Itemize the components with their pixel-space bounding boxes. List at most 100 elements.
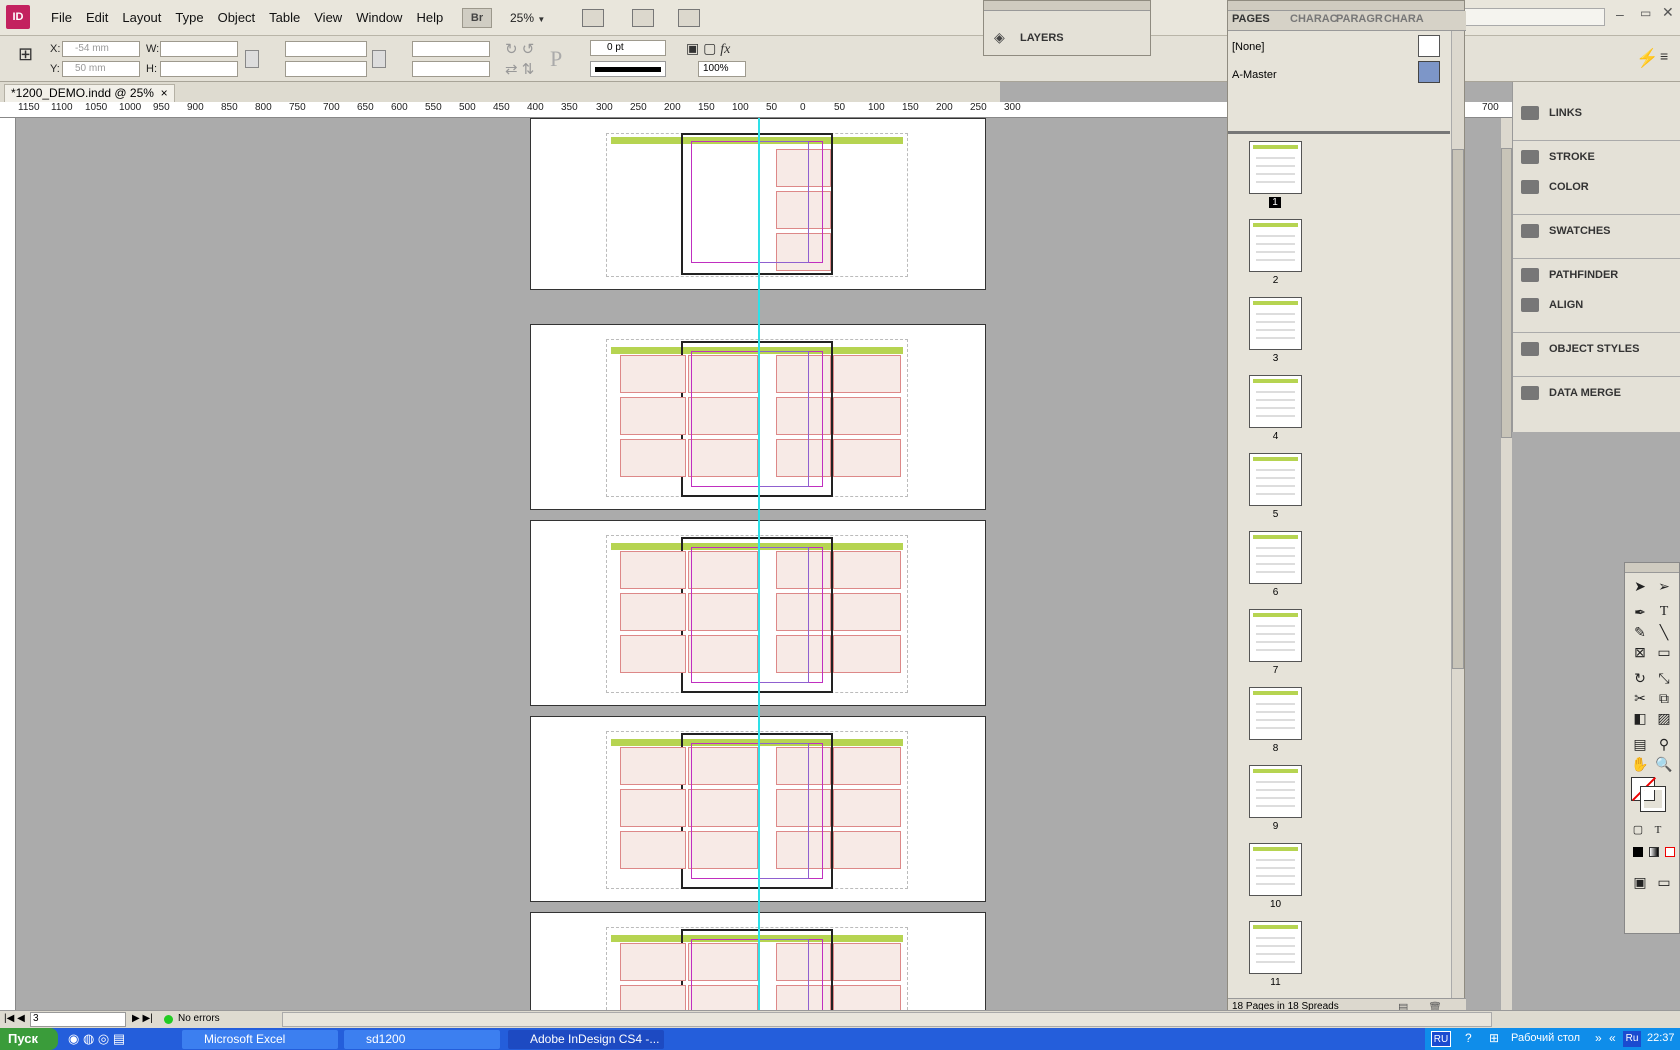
gradient-tool-icon[interactable]: ◧ xyxy=(1631,709,1649,727)
minimize-icon[interactable]: – xyxy=(1616,6,1624,22)
close-tab-icon[interactable]: × xyxy=(161,86,168,100)
stroke-weight-field[interactable]: 0 pt xyxy=(590,40,666,56)
stroke-type-dropdown[interactable] xyxy=(590,61,666,77)
task-indesign[interactable]: Adobe InDesign CS4 -... xyxy=(508,1030,664,1049)
screen-mode-icon[interactable] xyxy=(632,9,654,27)
panel-color[interactable]: COLOR xyxy=(1521,180,1589,194)
reference-point-icon[interactable]: ⊞ xyxy=(18,44,44,70)
apply-color-icon[interactable] xyxy=(1633,847,1643,857)
product-image-frame[interactable] xyxy=(833,439,901,477)
path-icon[interactable]: P xyxy=(550,46,562,72)
panel-align[interactable]: ALIGN xyxy=(1521,298,1583,312)
pages-scrollbar[interactable] xyxy=(1451,31,1464,999)
x-field[interactable]: -54 mm xyxy=(62,41,140,57)
page-thumbnail[interactable] xyxy=(1249,297,1302,350)
product-image-frame[interactable] xyxy=(833,593,901,631)
product-image-frame[interactable] xyxy=(620,747,686,785)
product-image-frame[interactable] xyxy=(833,397,901,435)
menu-object[interactable]: Object xyxy=(211,9,263,27)
menu-layout[interactable]: Layout xyxy=(115,9,168,27)
panel-menu-icon[interactable]: ≡ xyxy=(1660,48,1668,64)
page-thumbnail[interactable] xyxy=(1249,375,1302,428)
preview-mode-icon[interactable]: ▭ xyxy=(1655,873,1673,891)
menu-type[interactable]: Type xyxy=(168,9,210,27)
page-number-field[interactable]: 3 xyxy=(30,1012,126,1027)
page-thumbnail[interactable] xyxy=(1249,687,1302,740)
product-image-frame[interactable] xyxy=(620,789,686,827)
zoom-dropdown[interactable]: 25% ▼ xyxy=(510,9,560,27)
scale-link-icon[interactable] xyxy=(372,50,386,68)
product-image-frame[interactable] xyxy=(833,747,901,785)
panel-stroke[interactable]: STROKE xyxy=(1521,150,1595,164)
type-tool-icon[interactable]: T xyxy=(1655,603,1673,621)
direct-selection-tool-icon[interactable]: ➢ xyxy=(1655,577,1673,595)
stroke-swatch[interactable] xyxy=(1640,786,1666,812)
opacity-field[interactable]: 100% xyxy=(698,61,746,77)
lang-indicator[interactable]: RU xyxy=(1431,1031,1451,1047)
canvas-scrollbar[interactable] xyxy=(1500,118,1512,1010)
start-button[interactable]: Пуск xyxy=(0,1028,58,1050)
maximize-icon[interactable]: ▭ xyxy=(1640,6,1651,20)
horizontal-scrollbar[interactable] xyxy=(282,1012,1492,1027)
zoom-tool-icon[interactable]: 🔍 xyxy=(1655,755,1673,773)
page-thumbnail[interactable] xyxy=(1249,531,1302,584)
master-none[interactable]: [None] xyxy=(1232,41,1264,53)
product-image-frame[interactable] xyxy=(620,593,686,631)
selection-tool-icon[interactable]: ➤ xyxy=(1631,577,1649,595)
rectangle-tool-icon[interactable]: ▭ xyxy=(1655,643,1673,661)
master-none-thumb[interactable] xyxy=(1418,35,1440,57)
width-field[interactable] xyxy=(160,41,238,57)
page-thumbnail[interactable] xyxy=(1249,765,1302,818)
gradient-feather-tool-icon[interactable]: ▨ xyxy=(1655,709,1673,727)
flip-icon[interactable]: ⇄ ⇅ xyxy=(505,60,534,78)
menu-file[interactable]: File xyxy=(44,9,79,27)
menu-table[interactable]: Table xyxy=(262,9,307,27)
panel-data-merge[interactable]: DATA MERGE xyxy=(1521,386,1621,400)
product-image-frame[interactable] xyxy=(620,635,686,673)
product-image-frame[interactable] xyxy=(620,397,686,435)
master-a-thumb[interactable] xyxy=(1418,61,1440,83)
apply-none-icon[interactable] xyxy=(1665,847,1675,857)
page-thumbnail[interactable] xyxy=(1249,609,1302,662)
arrange-documents-icon[interactable] xyxy=(678,9,700,27)
pencil-tool-icon[interactable]: ✎ xyxy=(1631,623,1649,641)
menu-edit[interactable]: Edit xyxy=(79,9,115,27)
menu-help[interactable]: Help xyxy=(409,9,450,27)
product-image-frame[interactable] xyxy=(833,831,901,869)
shear-field[interactable] xyxy=(412,61,490,77)
y-field[interactable]: 50 mm xyxy=(62,61,140,77)
first-page-icon[interactable]: |◀ ◀ xyxy=(4,1013,25,1024)
formatting-text-icon[interactable]: T xyxy=(1649,821,1667,839)
note-tool-icon[interactable]: ▤ xyxy=(1631,735,1649,753)
product-image-frame[interactable] xyxy=(620,943,686,981)
pen-tool-icon[interactable]: ✒ xyxy=(1631,603,1649,621)
hand-tool-icon[interactable]: ✋ xyxy=(1631,755,1649,773)
panel-links[interactable]: LINKS xyxy=(1521,106,1582,120)
tab-paragraph[interactable]: PARAGR xyxy=(1336,13,1383,25)
document-canvas[interactable] xyxy=(16,118,1226,1010)
menu-view[interactable]: View xyxy=(307,9,349,27)
tab-pages[interactable]: PAGES xyxy=(1232,13,1270,25)
view-options-icon[interactable] xyxy=(582,9,604,27)
page-thumbnail[interactable] xyxy=(1249,141,1302,194)
product-image-frame[interactable] xyxy=(833,635,901,673)
product-image-frame[interactable] xyxy=(833,551,901,589)
tab-character[interactable]: CHARAC xyxy=(1290,13,1338,25)
text-frame[interactable] xyxy=(759,547,809,683)
product-image-frame[interactable] xyxy=(833,789,901,827)
bridge-button[interactable]: Br xyxy=(462,8,492,28)
rotate-tool-icon[interactable]: ↻ xyxy=(1631,669,1649,687)
text-frame[interactable] xyxy=(759,141,809,263)
panel-swatches[interactable]: SWATCHES xyxy=(1521,224,1611,238)
close-icon[interactable]: ✕ xyxy=(1662,4,1674,21)
document-tab[interactable]: *1200_DEMO.indd @ 25% × xyxy=(4,84,175,102)
scale-x-field[interactable] xyxy=(285,41,367,57)
constrain-proportions-icon[interactable] xyxy=(245,50,259,68)
product-image-frame[interactable] xyxy=(620,551,686,589)
collapse-icon[interactable]: « xyxy=(1609,1031,1616,1045)
panel-pathfinder[interactable]: PATHFINDER xyxy=(1521,268,1618,282)
lightning-icon[interactable]: ⚡ xyxy=(1636,48,1658,69)
task-excel[interactable]: Microsoft Excel xyxy=(182,1030,338,1049)
master-a[interactable]: A-Master xyxy=(1232,69,1277,81)
layers-title[interactable]: LAYERS xyxy=(1020,32,1064,44)
